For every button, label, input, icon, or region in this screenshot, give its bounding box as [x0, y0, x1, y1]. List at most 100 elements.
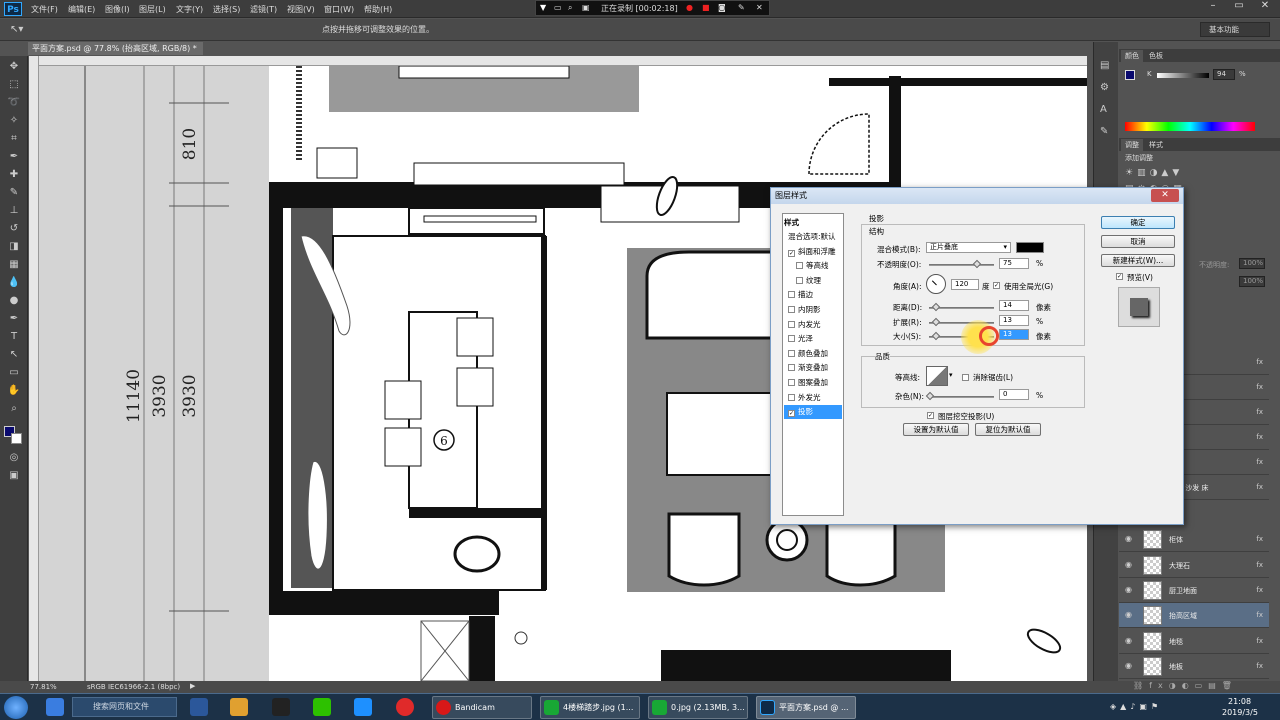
task-image-viewer-2[interactable]: 0.jpg (2.13MB, 3...	[648, 696, 748, 719]
task-photoshop[interactable]: 平面方案.psd @ ...	[756, 696, 856, 719]
pencil-app-icon[interactable]	[230, 698, 248, 716]
style-item[interactable]: 等高线	[784, 259, 842, 273]
character-panel-icon[interactable]: A	[1100, 104, 1107, 115]
tray-icons[interactable]: ◈▲♪▣⚑	[1110, 702, 1205, 714]
ruler-vertical[interactable]	[29, 56, 39, 681]
style-checkbox[interactable]	[788, 364, 795, 372]
distance-field[interactable]: 14	[999, 300, 1029, 311]
word-icon[interactable]	[190, 698, 208, 716]
menu-view[interactable]: 视图(V)	[287, 4, 315, 15]
fx-icon[interactable]: fx	[1256, 535, 1263, 543]
style-checkbox[interactable]	[788, 291, 795, 299]
status-menu-icon[interactable]: ▶	[190, 682, 195, 690]
fx-icon[interactable]: fx	[1256, 458, 1263, 466]
chevron-down-icon[interactable]: ▾	[949, 371, 953, 379]
minimize-icon[interactable]: –	[1200, 0, 1226, 16]
dialog-title[interactable]: 图层样式	[771, 188, 1183, 204]
panel-fg-swatch[interactable]	[1125, 70, 1135, 80]
gradient-icon[interactable]: ▦	[6, 258, 22, 272]
fx-icon[interactable]: fx	[1256, 358, 1263, 366]
style-item[interactable]: 描边	[784, 288, 842, 302]
menu-select[interactable]: 选择(S)	[213, 4, 240, 15]
zoom-level[interactable]: 77.81%	[30, 683, 57, 691]
layer-opacity-field[interactable]: 100%	[1239, 258, 1265, 269]
marquee-icon[interactable]: ⬚	[6, 78, 22, 92]
eyedropper-icon[interactable]: ✒	[6, 150, 22, 164]
style-item[interactable]: 图案叠加	[784, 376, 842, 390]
ok-button[interactable]: 确定	[1101, 216, 1175, 229]
move-icon[interactable]: ✥	[6, 60, 22, 74]
hand-icon[interactable]: ✋	[6, 384, 22, 398]
rec-dropdown-icon[interactable]: ▼	[540, 3, 546, 12]
fx-icon[interactable]: fx	[1256, 483, 1263, 491]
taskbar-search[interactable]: 搜索网页和文件	[72, 697, 177, 717]
zoom-icon[interactable]: ⌕	[6, 402, 22, 416]
fx-icon[interactable]: fx	[1256, 586, 1263, 594]
properties-panel-icon[interactable]: ⚙	[1100, 82, 1109, 93]
style-checkbox[interactable]	[796, 262, 803, 270]
eye-icon[interactable]: ◉	[1125, 560, 1132, 569]
layer-row[interactable]: ◉ 厨卫地面 fx	[1119, 578, 1269, 603]
fx-icon[interactable]: fx	[1256, 383, 1263, 391]
crop-icon[interactable]: ⌗	[6, 132, 22, 146]
menu-image[interactable]: 图像(I)	[105, 4, 130, 15]
antialias-checkbox[interactable]	[962, 374, 969, 381]
style-item[interactable]: 混合选项:默认	[784, 230, 842, 244]
global-light-checkbox[interactable]: ✓	[993, 282, 1000, 289]
style-checkbox[interactable]: ✓	[788, 410, 795, 418]
pen-icon[interactable]: ✒	[6, 312, 22, 326]
rec-search-icon[interactable]: ⌕	[568, 3, 572, 13]
fx-icon[interactable]: fx	[1256, 433, 1263, 441]
type-icon[interactable]: T	[6, 330, 22, 344]
path-select-icon[interactable]: ↖	[6, 348, 22, 362]
layer-row[interactable]: ◉ 地板 fx	[1119, 654, 1269, 679]
eye-icon[interactable]: ◉	[1125, 661, 1132, 670]
task-image-viewer-1[interactable]: 4楼梯踏步.jpg (1...	[540, 696, 640, 719]
rec-close-icon[interactable]: ✕	[756, 3, 763, 12]
menu-help[interactable]: 帮助(H)	[364, 4, 392, 15]
cloud-app-icon[interactable]	[354, 698, 372, 716]
close-icon[interactable]: ✕	[1252, 0, 1278, 16]
style-checkbox[interactable]: ✓	[788, 249, 795, 257]
shape-icon[interactable]: ▭	[6, 366, 22, 380]
layer-row[interactable]: ◉ 大理石 fx	[1119, 553, 1269, 578]
style-item[interactable]: 内发光	[784, 318, 842, 332]
layer-fill-field[interactable]: 100%	[1239, 276, 1265, 287]
background-color-swatch[interactable]	[11, 433, 22, 444]
new-style-button[interactable]: 新建样式(W)...	[1101, 254, 1175, 267]
spread-field[interactable]: 13	[999, 315, 1029, 326]
magic-wand-icon[interactable]: ✧	[6, 114, 22, 128]
healing-icon[interactable]: ✚	[6, 168, 22, 182]
menu-window[interactable]: 窗口(W)	[324, 4, 354, 15]
lasso-icon[interactable]: ➰	[6, 96, 22, 110]
eye-icon[interactable]: ◉	[1125, 585, 1132, 594]
style-checkbox[interactable]	[788, 379, 795, 386]
style-item[interactable]: 内阴影	[784, 303, 842, 317]
set-default-button[interactable]: 设置为默认值	[903, 423, 969, 436]
opacity-slider[interactable]	[929, 259, 994, 269]
dialog-close-button[interactable]: ✕	[1151, 189, 1179, 202]
adjust-icons-row1[interactable]: ☀▥◑▲▼	[1125, 168, 1225, 180]
rec-pencil-icon[interactable]: ✎	[738, 3, 745, 12]
qq-icon[interactable]	[272, 698, 290, 716]
fx-icon[interactable]: fx	[1256, 561, 1263, 569]
noise-field[interactable]: 0	[999, 389, 1029, 400]
menu-edit[interactable]: 编辑(E)	[68, 4, 95, 15]
style-checkbox[interactable]	[788, 306, 795, 313]
move-tool-icon[interactable]: ↖▾	[10, 24, 23, 35]
preview-checkbox[interactable]: ✓	[1116, 273, 1123, 280]
fx-icon[interactable]: fx	[1256, 408, 1263, 416]
layers-footer-icons[interactable]: ⛓fx◑◐▭▤🗑	[1119, 681, 1280, 693]
reset-default-button[interactable]: 复位为默认值	[975, 423, 1041, 436]
document-tab[interactable]: 平面方案.psd @ 77.8% (抬高区域, RGB/8) *	[28, 42, 203, 55]
color-spectrum[interactable]	[1125, 122, 1255, 131]
style-checkbox[interactable]	[788, 393, 795, 401]
maximize-icon[interactable]: ▭	[1226, 0, 1252, 16]
tab-swatches[interactable]: 色板	[1145, 50, 1167, 62]
knockout-checkbox[interactable]: ✓	[927, 412, 934, 419]
eye-icon[interactable]: ◉	[1125, 636, 1132, 645]
menu-layer[interactable]: 图层(L)	[139, 4, 166, 15]
layer-row-selected[interactable]: ◉ 抬高区域 fx	[1119, 603, 1269, 628]
ruler-horizontal[interactable]	[29, 56, 1087, 66]
browser-icon[interactable]	[46, 698, 64, 716]
